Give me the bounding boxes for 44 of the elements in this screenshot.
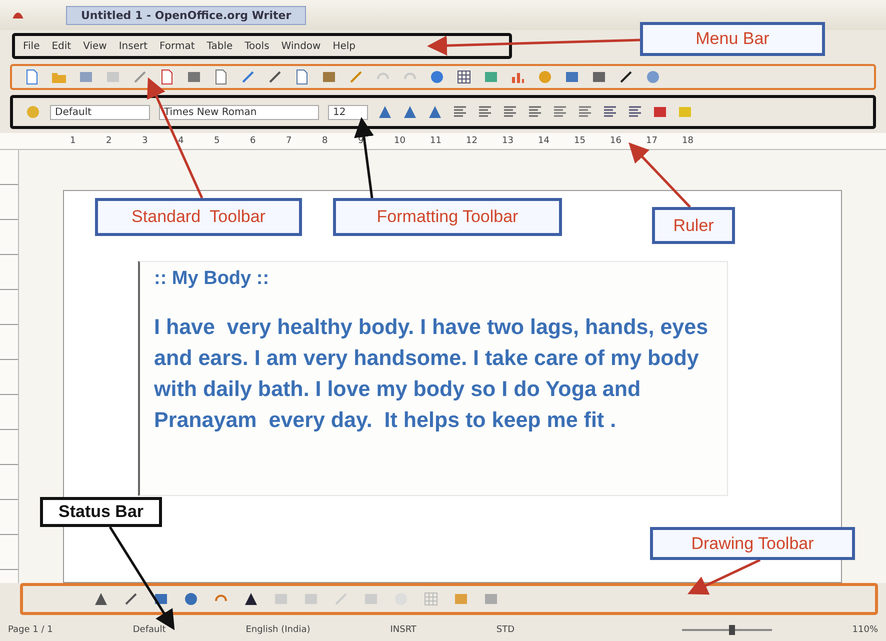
status-field: Default bbox=[132, 625, 166, 635]
window-title: Untitled 1 - OpenOffice.org Writer bbox=[66, 6, 306, 24]
style-dropdown[interactable]: Default bbox=[50, 104, 150, 120]
callout-label: Formatting Toolbar bbox=[333, 198, 562, 236]
ruler-number: 7 bbox=[286, 136, 293, 146]
ruler-number: 4 bbox=[178, 136, 185, 146]
font-dropdown[interactable]: Times New Roman bbox=[159, 104, 319, 120]
menu-item[interactable]: Edit bbox=[52, 40, 72, 52]
menu-item[interactable]: Tools bbox=[244, 40, 270, 52]
callout-label: Status Bar bbox=[40, 497, 162, 527]
ruler-number: 12 bbox=[466, 136, 478, 146]
ruler-number: 14 bbox=[538, 136, 550, 146]
menu-item[interactable]: View bbox=[83, 40, 107, 52]
status-field: INSRT bbox=[390, 625, 416, 635]
zoom-reading: 110% bbox=[852, 625, 878, 635]
menu-item[interactable]: File bbox=[23, 40, 40, 52]
status-field: STD bbox=[496, 625, 515, 635]
status-field: English (India) bbox=[246, 625, 310, 635]
ruler-number: 18 bbox=[682, 136, 694, 146]
ruler-number: 3 bbox=[142, 136, 149, 146]
ruler-number: 2 bbox=[106, 136, 113, 146]
ruler-number: 15 bbox=[574, 136, 586, 146]
ruler-number: 11 bbox=[430, 136, 442, 146]
menu-item[interactable]: Table bbox=[206, 40, 233, 52]
callout-label: Drawing Toolbar bbox=[650, 527, 855, 560]
menu-item[interactable]: Window bbox=[281, 40, 321, 52]
ruler-number: 10 bbox=[394, 136, 406, 146]
size-dropdown[interactable]: 12 bbox=[328, 104, 368, 120]
ruler-number: 16 bbox=[610, 136, 622, 146]
callout-label: Ruler bbox=[652, 207, 735, 244]
menu-item[interactable]: Format bbox=[160, 40, 195, 52]
ruler-number: 8 bbox=[322, 136, 329, 146]
ruler-number: 13 bbox=[502, 136, 514, 146]
callout-label: Menu Bar bbox=[640, 22, 825, 56]
menu-item[interactable]: Insert bbox=[118, 40, 148, 52]
ruler-number: 5 bbox=[214, 136, 221, 146]
ruler-number: 17 bbox=[646, 136, 658, 146]
document-paragraph: I have very healthy body. I have two lags, hands, eyes and ears. I am very handsome. I take care of my body with daily bath. I love my body so I do Yoga and Pranayam every day. It helps to keep me fit . bbox=[154, 314, 710, 434]
callout-label: Standard Toolbar bbox=[95, 198, 302, 236]
document-heading: :: My Body :: bbox=[154, 268, 270, 290]
menu-item[interactable]: Help bbox=[332, 40, 356, 52]
status-field: Page 1 / 1 bbox=[8, 625, 53, 635]
ruler-number: 1 bbox=[70, 136, 77, 146]
ruler-number: 6 bbox=[250, 136, 257, 146]
